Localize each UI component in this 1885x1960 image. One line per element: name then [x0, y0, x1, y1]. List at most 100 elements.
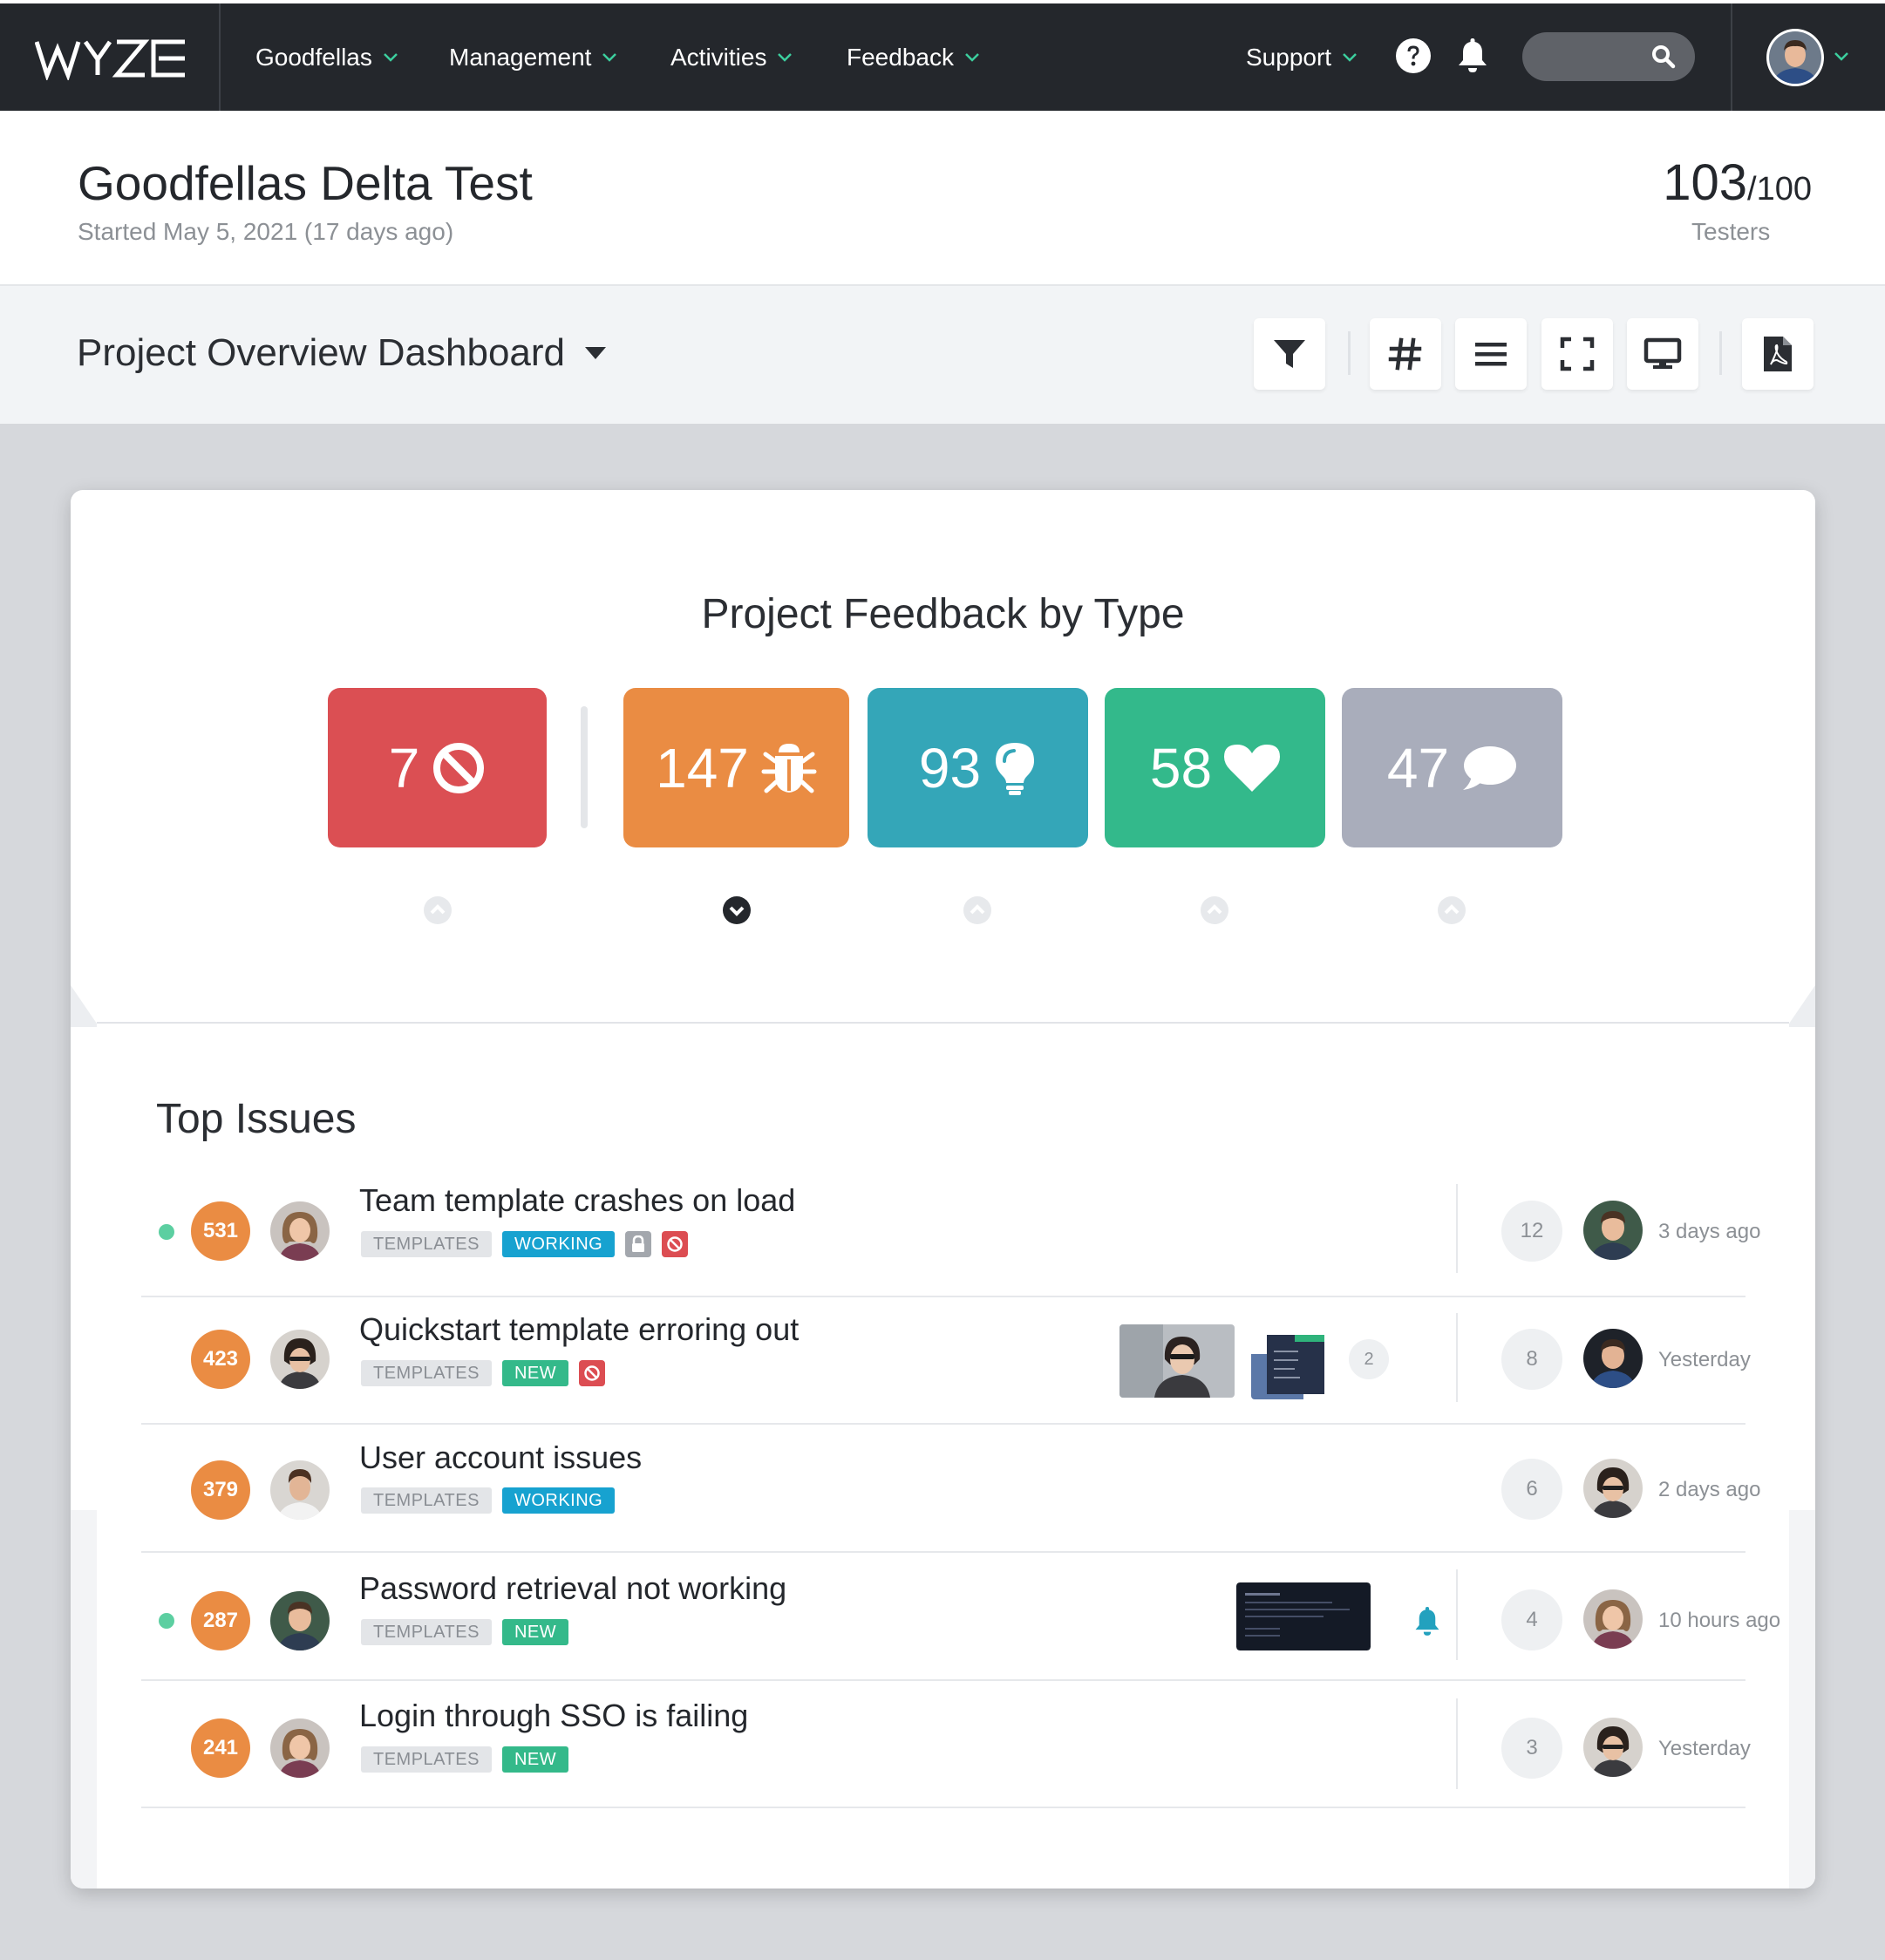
issue-title[interactable]: User account issues [359, 1439, 642, 1476]
issue-tags: TEMPLATES NEW [361, 1360, 606, 1386]
table-row[interactable]: 531 Team template crashes on load TEMPLA… [141, 1170, 1760, 1297]
hashtag-button[interactable] [1370, 318, 1441, 390]
present-button[interactable] [1627, 318, 1698, 390]
attachment-thumbnail[interactable] [1119, 1324, 1235, 1398]
issue-title[interactable]: Password retrieval not working [359, 1570, 786, 1607]
tag-category[interactable]: TEMPLATES [361, 1619, 492, 1645]
issue-score: 379 [191, 1460, 250, 1520]
tag-status[interactable]: WORKING [501, 1487, 616, 1514]
project-start-date: Started May 5, 2021 (17 days ago) [78, 218, 454, 245]
top-navbar: Goodfellas Management Activities Feedbac… [0, 0, 1885, 111]
filter-icon [1274, 340, 1305, 368]
tag-category[interactable]: TEMPLATES [361, 1746, 492, 1773]
tag-category[interactable]: TEMPLATES [361, 1231, 492, 1257]
tag-category[interactable]: TEMPLATES [361, 1487, 492, 1514]
bell-icon[interactable] [1456, 36, 1489, 74]
tag-status[interactable]: NEW [501, 1746, 569, 1773]
tile-blocking-value: 7 [388, 736, 420, 800]
fullscreen-button[interactable] [1541, 318, 1613, 390]
expand-toggle-praise[interactable] [1200, 895, 1229, 925]
reporter-avatar[interactable] [270, 1718, 330, 1778]
assignee-avatar[interactable] [1583, 1201, 1643, 1260]
avatar-image [1583, 1329, 1643, 1388]
dashboard-selector[interactable]: Project Overview Dashboard [77, 331, 607, 375]
lock-icon [625, 1231, 652, 1257]
issue-score: 287 [191, 1591, 250, 1650]
search-icon[interactable] [1651, 44, 1676, 69]
expand-toggle-blocking[interactable] [423, 895, 453, 925]
dashboard-title: Project Overview Dashboard [77, 331, 566, 374]
user-avatar[interactable] [1766, 29, 1824, 86]
block-icon [662, 1231, 689, 1257]
assignee-avatar[interactable] [1583, 1718, 1643, 1777]
tile-praise-value: 58 [1149, 736, 1213, 800]
chevron-down-icon[interactable] [1834, 51, 1849, 62]
reporter-avatar[interactable] [270, 1330, 330, 1389]
wyze-logo[interactable] [35, 37, 187, 80]
nav-goodfellas-label: Goodfellas [255, 44, 372, 71]
toolbar-divider [1719, 331, 1722, 375]
nav-management[interactable]: Management [449, 44, 617, 71]
table-row[interactable]: 423 Quickstart template erroring out TEM… [141, 1297, 1751, 1425]
table-row[interactable]: 287 Password retrieval not working TEMPL… [141, 1554, 1780, 1681]
comment-count: 4 [1501, 1589, 1562, 1650]
table-row[interactable]: 241 Login through SSO is failing TEMPLAT… [141, 1681, 1751, 1808]
lightbulb-icon [996, 742, 1035, 795]
reporter-avatar[interactable] [270, 1201, 330, 1261]
nav-goodfellas[interactable]: Goodfellas [255, 44, 398, 71]
attachment-thumbnail[interactable] [1236, 1582, 1371, 1650]
tile-praise[interactable]: 58 [1105, 688, 1325, 847]
comment-count: 6 [1501, 1459, 1562, 1520]
issue-title[interactable]: Quickstart template erroring out [359, 1311, 799, 1348]
nav-activities-label: Activities [670, 44, 767, 71]
comment-count: 12 [1501, 1201, 1562, 1262]
comment-count: 3 [1501, 1718, 1562, 1779]
tag-status[interactable]: NEW [501, 1619, 569, 1645]
issue-title[interactable]: Team template crashes on load [359, 1182, 795, 1219]
nav-feedback[interactable]: Feedback [847, 44, 980, 71]
nav-support[interactable]: Support [1246, 44, 1358, 71]
issue-title[interactable]: Login through SSO is failing [359, 1698, 748, 1734]
tile-bugs-value: 147 [656, 736, 749, 800]
help-icon[interactable] [1395, 37, 1432, 74]
chevron-down-icon [965, 53, 979, 62]
tag-category[interactable]: TEMPLATES [361, 1360, 492, 1386]
attachment-thumbnail[interactable] [1251, 1330, 1326, 1399]
comment-icon [1463, 745, 1517, 790]
reporter-avatar[interactable] [270, 1460, 330, 1520]
tag-status[interactable]: NEW [501, 1360, 569, 1386]
table-row[interactable]: 379 User account issues TEMPLATES WORKIN… [141, 1426, 1760, 1553]
expand-toggle-ideas[interactable] [963, 895, 992, 925]
project-title: Goodfellas Delta Test [78, 156, 533, 210]
toolbar-divider [1348, 331, 1351, 375]
avatar-image [270, 1591, 330, 1650]
tile-blocking[interactable]: 7 [328, 688, 547, 847]
expand-toggle-bugs[interactable] [722, 895, 752, 925]
attachment-count[interactable]: 2 [1349, 1339, 1389, 1379]
issue-score: 531 [191, 1201, 250, 1261]
bell-icon[interactable] [1413, 1604, 1441, 1637]
search-input[interactable] [1522, 32, 1695, 81]
filter-button[interactable] [1254, 318, 1325, 390]
column-divider [1456, 1569, 1458, 1660]
last-activity: 2 days ago [1658, 1478, 1761, 1501]
reporter-avatar[interactable] [270, 1591, 330, 1650]
heart-icon [1224, 744, 1281, 792]
list-view-button[interactable] [1455, 318, 1527, 390]
assignee-avatar[interactable] [1583, 1589, 1643, 1649]
assignee-avatar[interactable] [1583, 1329, 1643, 1388]
tile-comments[interactable]: 47 [1342, 688, 1562, 847]
tag-status[interactable]: WORKING [501, 1231, 616, 1257]
issue-tags: TEMPLATES WORKING [361, 1231, 689, 1257]
assignee-avatar[interactable] [1583, 1459, 1643, 1518]
nav-activities[interactable]: Activities [670, 44, 793, 71]
expand-toggle-comments[interactable] [1437, 895, 1466, 925]
tile-bugs[interactable]: 147 [623, 688, 849, 847]
export-pdf-button[interactable] [1742, 318, 1814, 390]
last-activity: Yesterday [1658, 1737, 1751, 1760]
tile-ideas[interactable]: 93 [868, 688, 1088, 847]
chevron-down-icon [383, 53, 398, 62]
list-icon [1475, 343, 1507, 366]
hashtag-icon [1388, 337, 1422, 371]
issue-tags: TEMPLATES NEW [361, 1746, 569, 1773]
